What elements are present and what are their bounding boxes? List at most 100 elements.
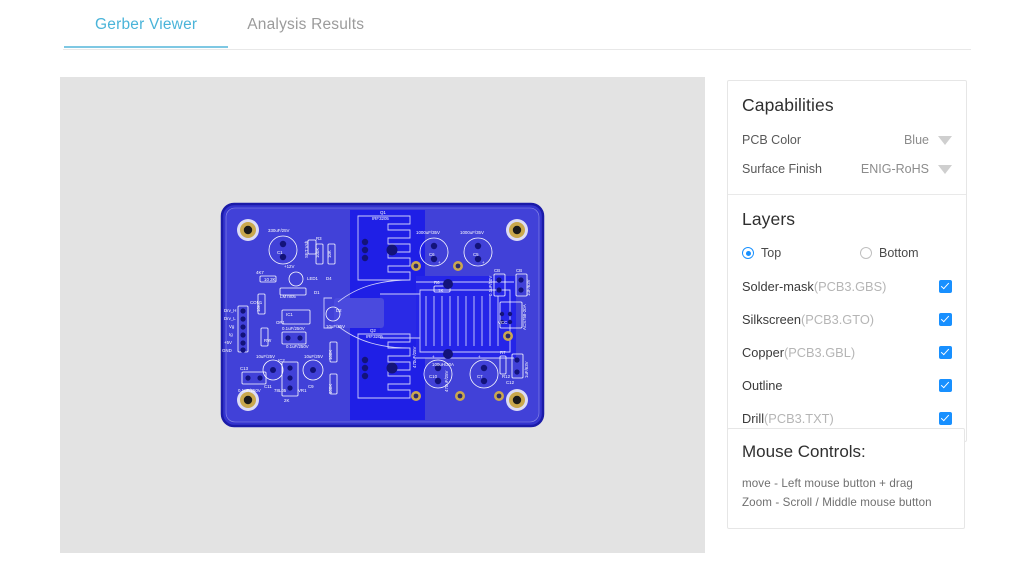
mouse-controls-title: Mouse Controls:: [742, 442, 866, 461]
svg-text:10uF/25V: 10uF/25V: [256, 354, 275, 359]
svg-text:Drv_H: Drv_H: [224, 308, 236, 313]
svg-text:0.1uF/250V: 0.1uF/250V: [286, 344, 309, 349]
svg-text:CB: CB: [516, 268, 522, 273]
pcb-color-value: Blue: [903, 133, 929, 147]
svg-text:IC2: IC2: [278, 358, 285, 363]
layer-checkbox-outline[interactable]: [939, 379, 952, 392]
svg-text:D4: D4: [326, 276, 332, 281]
svg-text:470uF/25V: 470uF/25V: [444, 370, 449, 392]
layer-checkbox-silkscreen[interactable]: [939, 313, 952, 326]
chevron-down-icon[interactable]: [938, 135, 952, 145]
tab-analysis-results[interactable]: Analysis Results: [247, 0, 364, 47]
svg-text:470uF/25V: 470uF/25V: [412, 346, 417, 368]
layers-title: Layers: [742, 209, 796, 229]
pcb-color-row[interactable]: PCB Color Blue: [742, 126, 952, 155]
svg-text:10uF/25V: 10uF/25V: [326, 324, 345, 329]
svg-text:CB: CB: [494, 268, 500, 273]
svg-text:Q1: Q1: [380, 210, 386, 215]
radio-bottom-dot[interactable]: [860, 247, 872, 259]
layer-checkbox-copper[interactable]: [939, 346, 952, 359]
svg-text:SET Vsh: SET Vsh: [304, 240, 309, 258]
svg-text:R7: R7: [500, 350, 506, 355]
mouse-controls-line-zoom: Zoom - Scroll / Middle mouse button: [742, 496, 932, 509]
svg-text:CON1: CON1: [250, 300, 263, 305]
svg-text:1K: 1K: [438, 288, 443, 293]
svg-text:ACS758-20A: ACS758-20A: [522, 304, 527, 330]
layer-row-solder-mask[interactable]: Solder-mask(PCB3.GBS): [742, 270, 952, 303]
svg-text:Ig: Ig: [229, 332, 233, 337]
radio-bottom-label: Bottom: [879, 246, 919, 260]
mouse-controls-panel: Mouse Controls: move - Left mouse button…: [727, 428, 965, 529]
svg-text:+5V: +5V: [224, 340, 232, 345]
svg-text:RW: RW: [264, 338, 272, 343]
svg-text:VR1: VR1: [298, 388, 307, 393]
svg-text:OP1: OP1: [276, 320, 285, 325]
svg-text:VCC: VCC: [498, 320, 507, 325]
radio-top-label: Top: [761, 246, 782, 260]
surface-finish-value: ENIG-RoHS: [860, 162, 929, 176]
gerber-canvas[interactable]: Q1 IRF3205 Q2 IRF3205 330uF/25V C1 1000u…: [60, 77, 705, 553]
svg-text:100uH/20A: 100uH/20A: [432, 362, 454, 367]
svg-text:R12: R12: [502, 374, 511, 379]
svg-text:IC1: IC1: [286, 312, 293, 317]
tab-bar: Gerber Viewer Analysis Results: [63, 0, 971, 50]
svg-text:R3: R3: [316, 236, 322, 241]
layer-name-copper: Copper: [742, 345, 784, 360]
svg-text:C7: C7: [477, 374, 483, 379]
svg-text:C1: C1: [277, 250, 283, 255]
svg-text:+: +: [438, 260, 441, 265]
tab-gerber-viewer[interactable]: Gerber Viewer: [63, 0, 229, 48]
radio-bottom[interactable]: Bottom: [860, 246, 919, 260]
chevron-down-icon[interactable]: [938, 164, 952, 174]
mouse-controls-line-move: move - Left mouse button + drag: [742, 477, 913, 490]
svg-text:C13: C13: [240, 366, 249, 371]
gerber-viewer-page: Gerber Viewer Analysis Results Q1 IRF320…: [0, 0, 1024, 570]
svg-text:C11: C11: [264, 384, 272, 389]
svg-text:330uF/25V: 330uF/25V: [268, 228, 290, 233]
radio-top[interactable]: Top: [742, 246, 860, 260]
svg-text:+12V: +12V: [284, 264, 294, 269]
radio-top-dot[interactable]: [742, 247, 754, 259]
svg-text:100K: 100K: [328, 384, 333, 394]
svg-text:4K7: 4K7: [256, 270, 264, 275]
tab-gerber-viewer-label: Gerber Viewer: [95, 16, 198, 33]
pcb-board-render[interactable]: Q1 IRF3205 Q2 IRF3205 330uF/25V C1 1000u…: [220, 202, 545, 428]
layer-file-solder-mask: (PCB3.GBS): [813, 279, 887, 294]
svg-text:2K: 2K: [284, 398, 289, 403]
svg-text:0.1uF/250V: 0.1uF/250V: [282, 326, 305, 331]
svg-text:C5: C5: [473, 252, 479, 257]
svg-text:78L05: 78L05: [274, 388, 287, 393]
layer-side-radio-group: Top Bottom: [742, 240, 952, 270]
svg-text:+: +: [478, 354, 481, 359]
svg-text:0.1uF/250V: 0.1uF/250V: [238, 388, 261, 393]
svg-text:D1: D1: [314, 290, 320, 295]
layer-file-silkscreen: (PCB3.GTO): [801, 312, 875, 327]
svg-text:10K: 10K: [256, 304, 261, 312]
svg-text:10uF/25V: 10uF/25V: [304, 354, 323, 359]
svg-text:+: +: [482, 260, 485, 265]
settings-panel: Capabilities PCB Color Blue Surface Fini…: [727, 80, 967, 442]
layer-checkbox-drill[interactable]: [939, 412, 952, 425]
svg-text:100K: 100K: [328, 350, 333, 360]
svg-text:+: +: [432, 354, 435, 359]
layer-name-solder-mask: Solder-mask: [742, 279, 814, 294]
svg-text:C6: C6: [429, 252, 435, 257]
layer-row-outline[interactable]: Outline: [742, 369, 952, 402]
svg-text:C9: C9: [308, 384, 314, 389]
layer-name-silkscreen: Silkscreen: [742, 312, 802, 327]
svg-text:1uF/63V: 1uF/63V: [524, 361, 529, 378]
svg-text:C10: C10: [429, 374, 438, 379]
layer-checkbox-solder-mask[interactable]: [939, 280, 952, 293]
svg-text:1uF/63V: 1uF/63V: [526, 279, 531, 296]
surface-finish-row[interactable]: Surface Finish ENIG-RoHS: [742, 155, 952, 184]
svg-text:Vg: Vg: [229, 324, 235, 329]
layer-file-drill: (PCB3.TXT): [764, 411, 834, 426]
svg-text:IRF3205: IRF3205: [366, 334, 383, 339]
svg-text:1000uF/35V: 1000uF/35V: [416, 230, 440, 235]
svg-text:IRF3205: IRF3205: [372, 216, 389, 221]
svg-text:GND: GND: [222, 348, 232, 353]
layer-row-copper[interactable]: Copper(PCB3.GBL): [742, 336, 952, 369]
layer-name-drill: Drill: [742, 411, 765, 426]
layer-row-silkscreen[interactable]: Silkscreen(PCB3.GTO): [742, 303, 952, 336]
pcb-color-label: PCB Color: [742, 133, 802, 147]
